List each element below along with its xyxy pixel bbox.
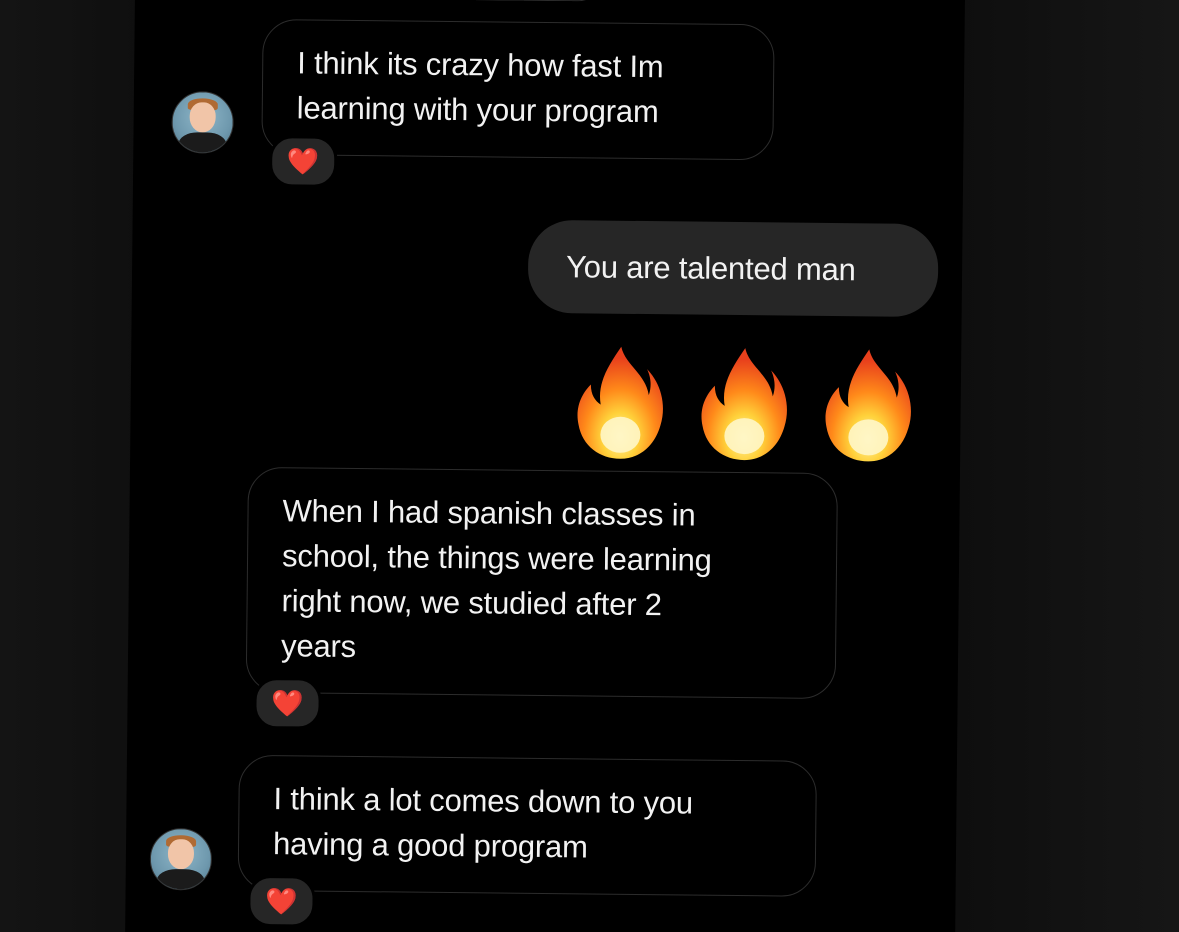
message-line: having a good program (272, 826, 588, 865)
left-margin (0, 0, 140, 932)
fire-icon (698, 344, 791, 465)
message-line: years (280, 628, 357, 665)
fire-emoji-message[interactable] (574, 342, 915, 466)
previous-message-edge (304, 0, 608, 2)
right-margin (954, 0, 1179, 932)
incoming-message-bubble[interactable]: I think its crazy how fast Im learning w… (261, 19, 775, 161)
sender-avatar[interactable] (149, 827, 213, 891)
message-line: You are talented man (565, 249, 856, 288)
avatar-body (178, 132, 227, 154)
message-line: right now, we studied after 2 (281, 583, 662, 623)
heart-reaction-icon[interactable]: ❤️ (253, 676, 322, 730)
message-line: school, the things were learning (281, 538, 712, 578)
message-line: I think a lot comes down to you (273, 781, 694, 821)
incoming-message-bubble[interactable]: When I had spanish classes in school, th… (245, 466, 838, 700)
avatar-face (167, 839, 195, 870)
message-line: learning with your program (296, 90, 659, 130)
message-line: When I had spanish classes in (282, 493, 696, 533)
fire-icon (574, 342, 667, 463)
incoming-message-bubble[interactable]: I think a lot comes down to you having a… (237, 754, 817, 897)
outgoing-message-bubble[interactable]: You are talented man (527, 219, 939, 318)
fire-icon (822, 345, 915, 466)
message-line: I think its crazy how fast Im (297, 45, 664, 85)
heart-reaction-icon[interactable]: ❤️ (247, 874, 316, 928)
chat-thread: I think its crazy how fast Im learning w… (124, 0, 966, 932)
heart-reaction-icon[interactable]: ❤️ (268, 135, 338, 188)
avatar-face (189, 102, 216, 133)
photo-of-phone-screen: I think its crazy how fast Im learning w… (0, 0, 1179, 932)
sender-avatar[interactable] (171, 91, 234, 154)
avatar-body (156, 868, 205, 891)
